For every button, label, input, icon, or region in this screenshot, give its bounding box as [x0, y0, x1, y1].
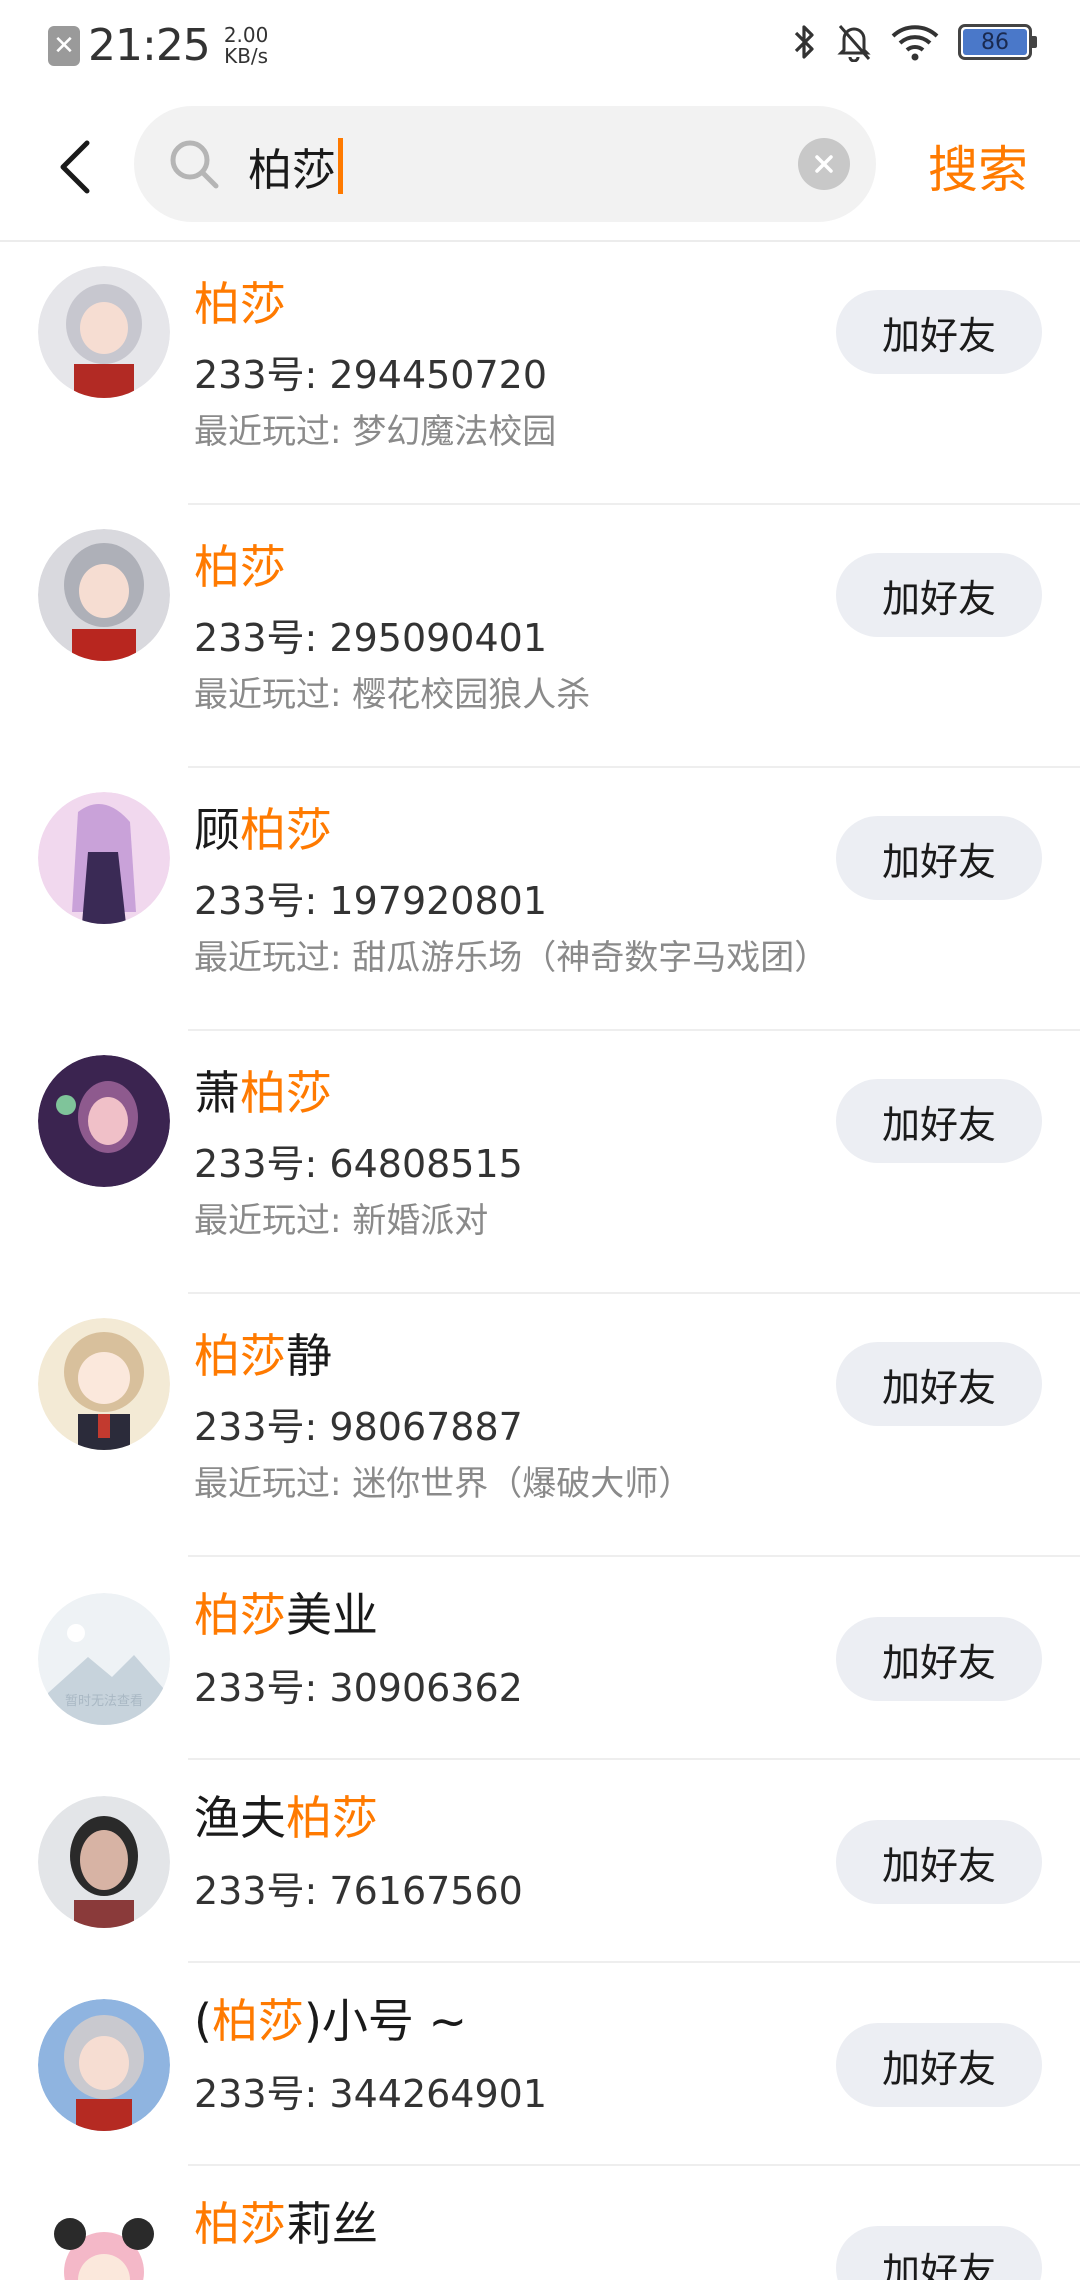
user-result-row[interactable]: 萧柏莎 233号: 64808515 最近玩过: 新婚派对 加好友 [0, 1031, 1080, 1294]
battery-level: 86 [963, 29, 1027, 55]
avatar[interactable] [38, 266, 170, 398]
search-results-list: 柏莎 233号: 294450720 最近玩过: 梦幻魔法校园 加好友 柏莎 2… [0, 242, 1080, 2280]
photo-avatar-image [38, 1796, 170, 1928]
user-id-number: 233号: 197920801 [194, 879, 548, 923]
add-friend-button[interactable]: 加好友 [836, 2226, 1042, 2280]
add-friend-button[interactable]: 加好友 [836, 816, 1042, 900]
user-id-number: 233号: 76167560 [194, 1869, 523, 1913]
avatar[interactable] [38, 1318, 170, 1450]
user-id-number: 233号: 98067887 [194, 1405, 523, 1449]
user-name: 柏莎美业 [194, 1588, 378, 1642]
user-id-number: 233号: 30906362 [194, 1666, 523, 1710]
user-name: 柏莎莉丝 [194, 2197, 378, 2251]
text-caret [338, 138, 343, 194]
bluetooth-icon [794, 25, 814, 59]
photo-avatar-image [38, 1055, 170, 1187]
user-result-row[interactable]: 柏莎莉丝 加好友 [0, 2166, 1080, 2280]
recently-played: 最近玩过: 迷你世界（爆破大师） [194, 1464, 693, 1504]
add-friend-button[interactable]: 加好友 [836, 1342, 1042, 1426]
user-name: 萧柏莎 [194, 1066, 332, 1120]
add-friend-button[interactable]: 加好友 [836, 1820, 1042, 1904]
back-button[interactable] [50, 134, 100, 200]
user-result-row[interactable]: 顾柏莎 233号: 197920801 最近玩过: 甜瓜游乐场（神奇数字马戏团）… [0, 768, 1080, 1031]
clear-search-button[interactable] [798, 138, 850, 190]
recently-played: 最近玩过: 樱花校园狼人杀 [194, 675, 591, 715]
avatar[interactable] [38, 1796, 170, 1928]
search-header: 柏莎 搜索 [0, 90, 1080, 242]
recently-played: 最近玩过: 新婚派对 [194, 1201, 489, 1241]
image-unavailable-placeholder: 暂时无法查看 [38, 1593, 170, 1725]
avatar-caption: 暂时无法查看 [65, 1693, 143, 1709]
user-id-number: 233号: 64808515 [194, 1142, 523, 1186]
search-button[interactable]: 搜索 [928, 130, 1028, 202]
network-speed: 2.00 KB/s [223, 22, 269, 68]
status-bar: ✕ 21:25 2.00 KB/s 86 [0, 0, 1080, 90]
anime-girl-avatar-image [38, 792, 170, 924]
notification-close-icon: ✕ [48, 25, 80, 66]
user-result-row[interactable]: 柏莎 233号: 295090401 最近玩过: 樱花校园狼人杀 加好友 [0, 505, 1080, 768]
recently-played: 最近玩过: 梦幻魔法校园 [194, 412, 557, 452]
user-result-row[interactable]: 柏莎静 233号: 98067887 最近玩过: 迷你世界（爆破大师） 加好友 [0, 1294, 1080, 1557]
add-friend-button[interactable]: 加好友 [836, 1079, 1042, 1163]
anime-girl-avatar-image [38, 1999, 170, 2131]
add-friend-button[interactable]: 加好友 [836, 1617, 1042, 1701]
user-result-row[interactable]: 暂时无法查看 柏莎美业 233号: 30906362 加好友 [0, 1557, 1080, 1760]
user-name: 柏莎静 [194, 1329, 332, 1383]
avatar[interactable] [38, 529, 170, 661]
user-name: 渔夫柏莎 [194, 1791, 378, 1845]
add-friend-button[interactable]: 加好友 [836, 553, 1042, 637]
avatar[interactable] [38, 792, 170, 924]
recently-played: 最近玩过: 甜瓜游乐场（神奇数字马戏团） [194, 938, 829, 978]
anime-girl-avatar-image [38, 2202, 170, 2280]
bell-muted-icon [837, 25, 871, 62]
anime-girl-avatar-image [38, 1318, 170, 1450]
status-time: 21:25 [88, 20, 211, 71]
wifi-icon [891, 25, 939, 61]
add-friend-button[interactable]: 加好友 [836, 2023, 1042, 2107]
user-result-row[interactable]: 柏莎 233号: 294450720 最近玩过: 梦幻魔法校园 加好友 [0, 242, 1080, 505]
user-name: 柏莎 [194, 277, 286, 331]
anime-girl-avatar-image [38, 266, 170, 398]
avatar[interactable] [38, 1999, 170, 2131]
user-result-row[interactable]: 渔夫柏莎 233号: 76167560 加好友 [0, 1760, 1080, 1963]
add-friend-button[interactable]: 加好友 [836, 290, 1042, 374]
avatar[interactable] [38, 2202, 170, 2280]
avatar[interactable] [38, 1055, 170, 1187]
battery-icon: 86 [958, 24, 1037, 60]
user-result-row[interactable]: (柏莎)小号 ~ 233号: 344264901 加好友 [0, 1963, 1080, 2166]
close-icon [815, 155, 833, 173]
user-name: (柏莎)小号 ~ [194, 1994, 468, 2048]
user-id-number: 233号: 295090401 [194, 616, 548, 660]
user-id-number: 233号: 344264901 [194, 2072, 548, 2116]
user-id-number: 233号: 294450720 [194, 353, 548, 397]
user-name: 柏莎 [194, 540, 286, 594]
anime-girl-avatar-image [38, 529, 170, 661]
search-query: 柏莎 [248, 145, 336, 196]
search-input[interactable]: 柏莎 [134, 106, 876, 222]
search-query-wrap: 柏莎 [248, 134, 343, 198]
user-name: 顾柏莎 [194, 803, 332, 857]
avatar[interactable]: 暂时无法查看 [38, 1593, 170, 1725]
search-icon [170, 140, 219, 189]
chevron-left-icon [60, 140, 90, 194]
